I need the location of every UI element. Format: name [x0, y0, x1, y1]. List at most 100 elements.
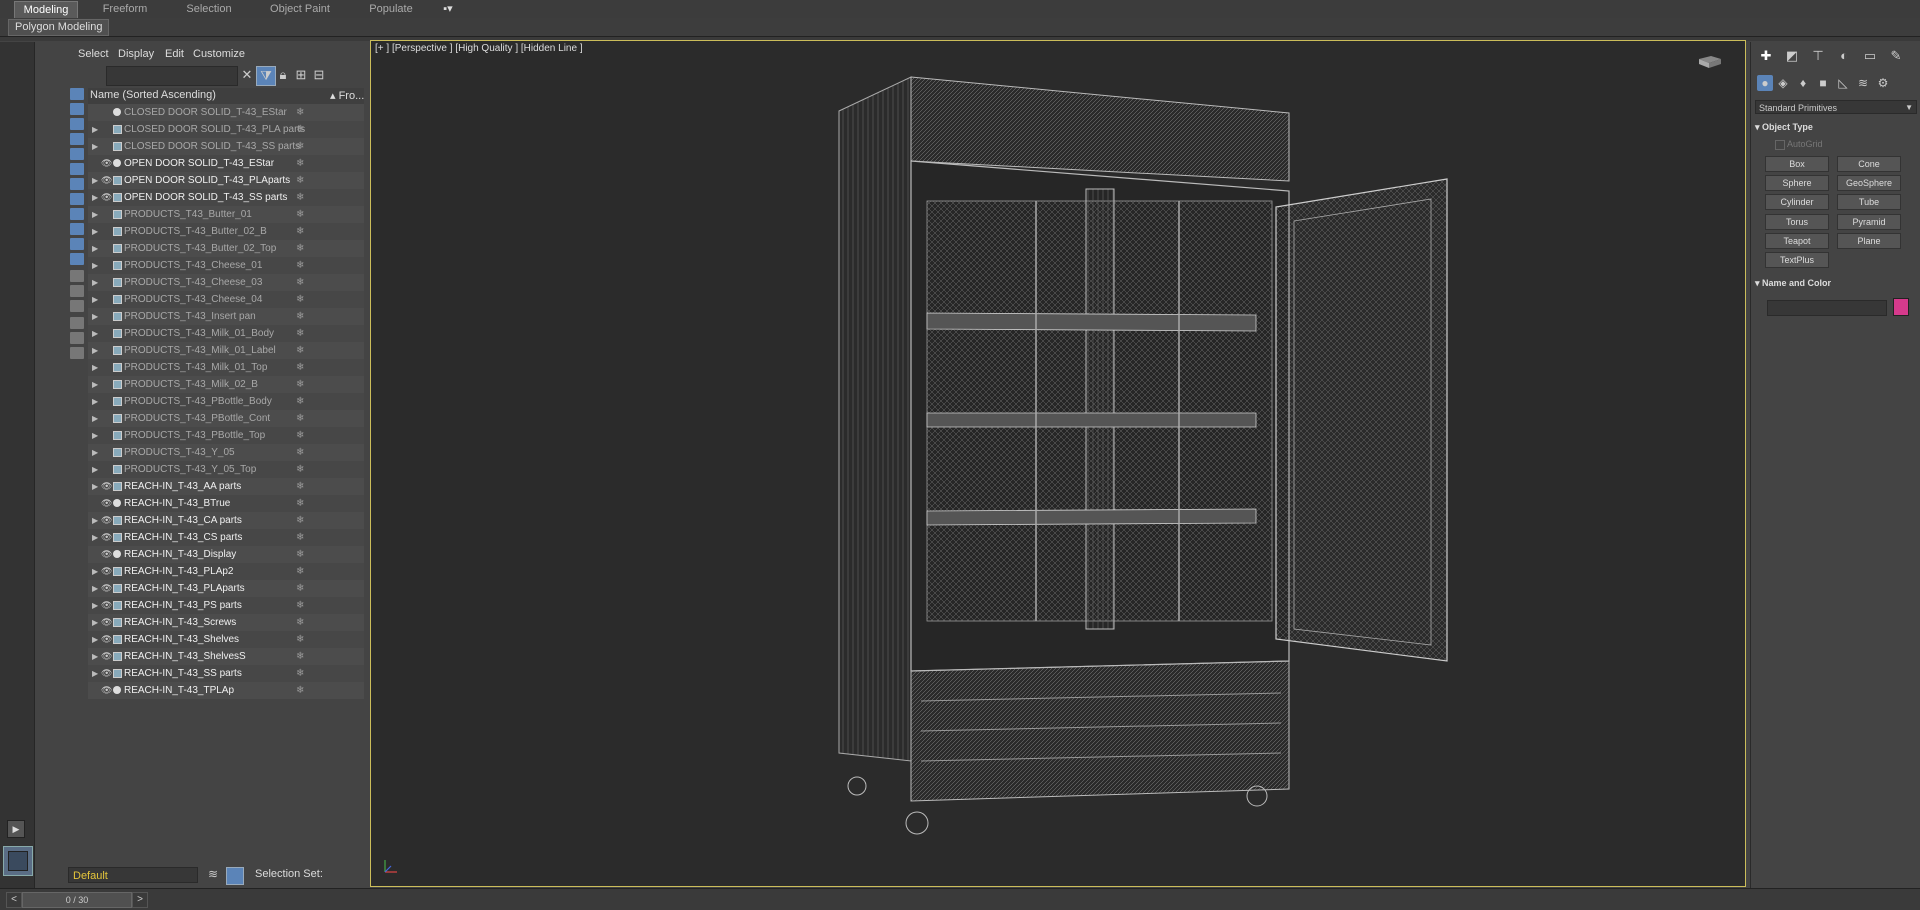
- expand-arrow-icon[interactable]: ▶: [92, 359, 100, 376]
- column-header-name[interactable]: Name (Sorted Ascending): [90, 89, 216, 101]
- lock-icon[interactable]: 🔒︎: [274, 66, 292, 84]
- display-spacewarps-icon[interactable]: [70, 163, 84, 175]
- object-color-swatch[interactable]: [1893, 298, 1909, 316]
- scene-object-row[interactable]: ▶ 👁︎ REACH-IN_T-43_Screws ❄: [88, 614, 364, 631]
- visibility-eye-icon[interactable]: 👁︎: [101, 665, 112, 682]
- menu-customize[interactable]: Customize: [193, 48, 245, 60]
- expand-arrow-icon[interactable]: ▶: [92, 240, 100, 257]
- expand-arrow-icon[interactable]: ▶: [92, 512, 100, 529]
- freeze-snowflake-icon[interactable]: ❄: [296, 155, 304, 172]
- autogrid-checkbox[interactable]: [1775, 140, 1785, 150]
- freeze-snowflake-icon[interactable]: ❄: [296, 512, 304, 529]
- freeze-snowflake-icon[interactable]: ❄: [296, 206, 304, 223]
- scene-object-row[interactable]: ▶ CLOSED DOOR SOLID_T-43_PLA parts ❄: [88, 121, 364, 138]
- scene-object-row[interactable]: 👁︎ REACH-IN_T-43_TPLAp ❄: [88, 682, 364, 699]
- scene-object-row[interactable]: ▶ PRODUCTS_T-43_Milk_01_Label ❄: [88, 342, 364, 359]
- expand-arrow-icon[interactable]: ▶: [92, 121, 100, 138]
- layers-stack-icon[interactable]: ≋: [208, 867, 222, 881]
- display-hidden-icon[interactable]: [70, 253, 84, 265]
- display-bones-icon[interactable]: [70, 208, 84, 220]
- expand-arrow-icon[interactable]: ▶: [92, 257, 100, 274]
- tube-button[interactable]: Tube: [1837, 194, 1901, 210]
- visibility-eye-icon[interactable]: 👁︎: [101, 580, 112, 597]
- expand-arrow-icon[interactable]: ▶: [92, 461, 100, 478]
- freeze-snowflake-icon[interactable]: ❄: [296, 682, 304, 699]
- viewport-layout-icon[interactable]: [3, 846, 33, 876]
- scene-object-row[interactable]: ▶ 👁︎ REACH-IN_T-43_PLAp2 ❄: [88, 563, 364, 580]
- display-containers-icon[interactable]: [70, 223, 84, 235]
- scene-search-input[interactable]: [106, 66, 238, 86]
- scene-object-row[interactable]: ▶ PRODUCTS_T-43_Y_05 ❄: [88, 444, 364, 461]
- layer-manager-icon[interactable]: [70, 347, 84, 359]
- scene-object-row[interactable]: ▶ PRODUCTS_T-43_PBottle_Top ❄: [88, 427, 364, 444]
- freeze-snowflake-icon[interactable]: ❄: [296, 359, 304, 376]
- column-header-frozen[interactable]: ▴ Fro...: [330, 89, 364, 102]
- freeze-snowflake-icon[interactable]: ❄: [296, 393, 304, 410]
- visibility-eye-icon[interactable]: 👁︎: [101, 614, 112, 631]
- freeze-snowflake-icon[interactable]: ❄: [296, 291, 304, 308]
- menu-display[interactable]: Display: [118, 48, 154, 60]
- current-layer-field[interactable]: Default: [68, 867, 198, 883]
- visibility-eye-icon[interactable]: 👁︎: [101, 597, 112, 614]
- visibility-eye-icon[interactable]: 👁︎: [101, 529, 112, 546]
- scene-object-row[interactable]: ▶ PRODUCTS_T-43_PBottle_Body ❄: [88, 393, 364, 410]
- menu-select[interactable]: Select: [78, 48, 109, 60]
- visibility-eye-icon[interactable]: 👁︎: [101, 189, 112, 206]
- expand-arrow-icon[interactable]: ▶: [92, 478, 100, 495]
- filter-funnel-icon[interactable]: [70, 317, 84, 329]
- create-tab-icon[interactable]: ✚: [1757, 48, 1775, 64]
- sphere-button[interactable]: Sphere: [1765, 175, 1829, 191]
- scene-object-row[interactable]: ▶ CLOSED DOOR SOLID_T-43_SS parts ❄: [88, 138, 364, 155]
- expand-play-icon[interactable]: ▶: [7, 820, 25, 838]
- motion-tab-icon[interactable]: ◐: [1835, 48, 1853, 64]
- visibility-eye-icon[interactable]: 👁︎: [101, 155, 112, 172]
- scene-object-row[interactable]: ▶ 👁︎ REACH-IN_T-43_PLAparts ❄: [88, 580, 364, 597]
- tab-object-paint[interactable]: Object Paint: [262, 1, 338, 17]
- hierarchy-expand-icon[interactable]: ⊞: [292, 66, 310, 84]
- scene-object-row[interactable]: ▶ 👁︎ REACH-IN_T-43_SS parts ❄: [88, 665, 364, 682]
- freeze-snowflake-icon[interactable]: ❄: [296, 478, 304, 495]
- expand-arrow-icon[interactable]: ▶: [92, 206, 100, 223]
- freeze-snowflake-icon[interactable]: ❄: [296, 240, 304, 257]
- scene-object-row[interactable]: 👁︎ OPEN DOOR SOLID_T-43_EStar ❄: [88, 155, 364, 172]
- expand-arrow-icon[interactable]: ▶: [92, 410, 100, 427]
- layer-explorer-icon[interactable]: [226, 867, 244, 885]
- scene-object-row[interactable]: ▶ 👁︎ OPEN DOOR SOLID_T-43_PLAparts ❄: [88, 172, 364, 189]
- display-cameras-icon[interactable]: [70, 133, 84, 145]
- hierarchy-collapse-icon[interactable]: ⊟: [310, 66, 328, 84]
- freeze-snowflake-icon[interactable]: ❄: [296, 325, 304, 342]
- visibility-eye-icon[interactable]: 👁︎: [101, 495, 112, 512]
- display-frozen-icon[interactable]: [70, 238, 84, 250]
- expand-arrow-icon[interactable]: ▶: [92, 138, 100, 155]
- visibility-eye-icon[interactable]: 👁︎: [101, 563, 112, 580]
- expand-arrow-icon[interactable]: ▶: [92, 648, 100, 665]
- freeze-snowflake-icon[interactable]: ❄: [296, 614, 304, 631]
- freeze-snowflake-icon[interactable]: ❄: [296, 376, 304, 393]
- spacewarps-icon[interactable]: ≋: [1855, 75, 1871, 91]
- visibility-eye-icon[interactable]: 👁︎: [101, 682, 112, 699]
- visibility-eye-icon[interactable]: 👁︎: [101, 512, 112, 529]
- display-tab-icon[interactable]: ▭: [1861, 48, 1879, 64]
- scene-object-row[interactable]: ▶ PRODUCTS_T-43_Milk_01_Top ❄: [88, 359, 364, 376]
- visibility-eye-icon[interactable]: 👁︎: [101, 478, 112, 495]
- expand-arrow-icon[interactable]: ▶: [92, 172, 100, 189]
- geosphere-button[interactable]: GeoSphere: [1837, 175, 1901, 191]
- freeze-snowflake-icon[interactable]: ❄: [296, 223, 304, 240]
- perspective-viewport[interactable]: [+ ] [Perspective ] [High Quality ] [Hid…: [370, 40, 1746, 887]
- cylinder-button[interactable]: Cylinder: [1765, 194, 1829, 210]
- freeze-snowflake-icon[interactable]: ❄: [296, 648, 304, 665]
- freeze-snowflake-icon[interactable]: ❄: [296, 257, 304, 274]
- scene-object-row[interactable]: ▶ 👁︎ REACH-IN_T-43_Shelves ❄: [88, 631, 364, 648]
- clear-search-icon[interactable]: ✕: [238, 66, 256, 84]
- freeze-snowflake-icon[interactable]: ❄: [296, 342, 304, 359]
- pyramid-button[interactable]: Pyramid: [1837, 214, 1901, 230]
- primitive-category-select[interactable]: Standard Primitives ▼: [1755, 100, 1917, 114]
- previous-frame-icon[interactable]: <: [6, 892, 22, 908]
- freeze-snowflake-icon[interactable]: ❄: [296, 563, 304, 580]
- teapot-button[interactable]: Teapot: [1765, 233, 1829, 249]
- tab-selection[interactable]: Selection: [176, 1, 242, 17]
- scene-object-row[interactable]: 👁︎ REACH-IN_T-43_Display ❄: [88, 546, 364, 563]
- tab-freeform[interactable]: Freeform: [94, 1, 156, 17]
- freeze-snowflake-icon[interactable]: ❄: [296, 461, 304, 478]
- expand-arrow-icon[interactable]: ▶: [92, 563, 100, 580]
